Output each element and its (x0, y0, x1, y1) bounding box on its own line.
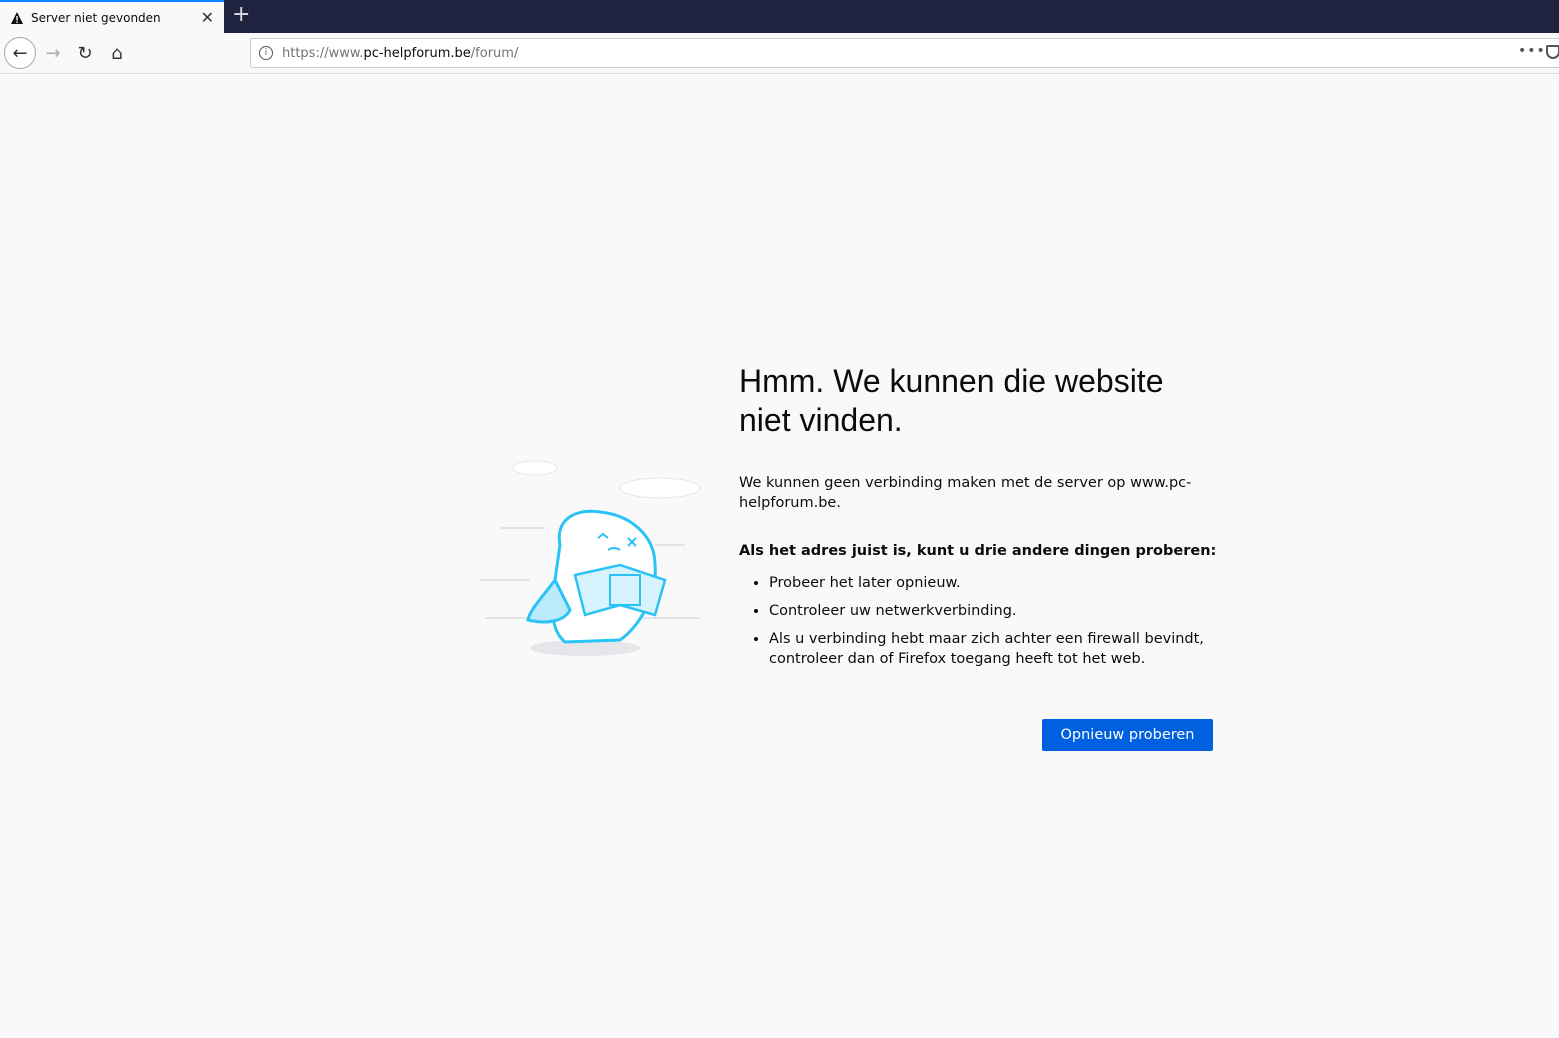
lost-monster-illustration (480, 460, 701, 656)
url-bar[interactable]: i https://www. pc-helpforum.be/forum/ (250, 38, 1559, 68)
tab-title: Server niet gevonden (31, 10, 161, 25)
navigation-bar: ← → ↻ ⌂ i https://www. pc-helpforum.be/fo… (0, 33, 1559, 74)
new-tab-button[interactable]: + (232, 2, 250, 27)
home-button[interactable]: ⌂ (101, 37, 133, 69)
pocket-icon[interactable] (1546, 45, 1559, 59)
suggestion-item: Als u verbinding hebt maar zich achter e… (769, 629, 1219, 669)
reload-button[interactable]: ↻ (69, 37, 101, 69)
error-description: We kunnen geen verbinding maken met de s… (739, 475, 1192, 511)
error-title: Hmm. We kunnen die website niet vinden. (739, 363, 1164, 438)
suggestions-heading: Als het adres juist is, kunt u drie ande… (739, 543, 1217, 559)
tab-bar: Server niet gevonden ✕ + (0, 0, 1559, 33)
suggestions-list: Probeer het later opnieuw. Controleer uw… (769, 573, 1219, 669)
page-actions-icon[interactable]: ••• (1518, 43, 1546, 59)
suggestion-item: Controleer uw netwerkverbinding. (769, 601, 1219, 621)
tab-active[interactable]: Server niet gevonden ✕ (0, 0, 224, 33)
forward-button[interactable]: → (37, 37, 69, 69)
back-button[interactable]: ← (4, 37, 36, 69)
retry-button[interactable]: Opnieuw proberen (1042, 719, 1213, 751)
suggestion-item: Probeer het later opnieuw. (769, 573, 1219, 593)
url-prefix: https://www. (282, 45, 364, 61)
info-icon[interactable]: i (259, 46, 273, 60)
warning-icon (11, 11, 23, 24)
url-path: /forum/ (470, 45, 519, 61)
url-domain: pc-helpforum.be (363, 45, 471, 61)
close-tab-icon[interactable]: ✕ (201, 8, 214, 27)
error-content: Hmm. We kunnen die website niet vinden. … (739, 362, 1219, 677)
